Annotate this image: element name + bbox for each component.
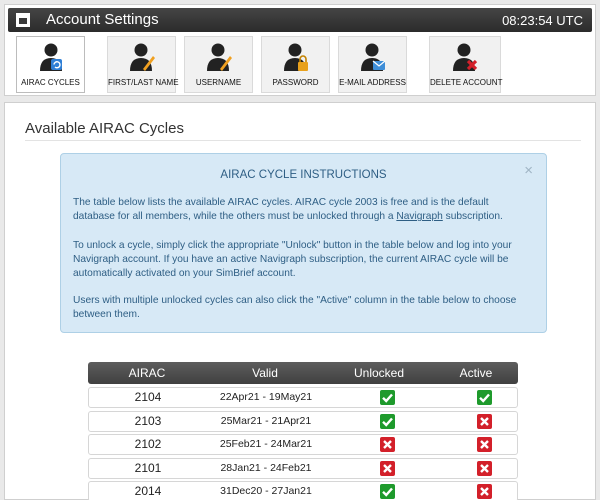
tab-label: FIRST/LAST NAME [108, 78, 179, 87]
instructions-alert: AIRAC CYCLE INSTRUCTIONS × The table bel… [60, 153, 547, 333]
section-title: Available AIRAC Cycles [25, 120, 184, 137]
tab-username[interactable]: USERNAME [184, 36, 253, 93]
title-bar: Account Settings 08:23:54 UTC [8, 8, 592, 32]
column-header-airac: AIRAC [128, 366, 166, 380]
user-edit-icon [129, 43, 155, 71]
instructions-text: subscription. [442, 211, 503, 223]
user-mail-icon [360, 43, 385, 71]
user-lock-icon [283, 43, 308, 71]
cross-icon[interactable] [477, 437, 492, 452]
valid-cell: 28Jan21 - 24Feb21 [220, 461, 312, 474]
table-row: 2103 25Mar21 - 21Apr21 [88, 410, 518, 432]
column-header-active[interactable]: Active [434, 362, 518, 384]
check-icon[interactable] [380, 413, 395, 429]
account-settings-panel: Account Settings 08:23:54 UTC AIRAC CYCL… [4, 4, 596, 96]
airac-cell: 2101 [134, 460, 162, 475]
check-icon[interactable] [380, 484, 395, 499]
utc-clock: 08:23:54 UTC [502, 13, 583, 28]
page-title: Account Settings [46, 11, 159, 28]
navigraph-link[interactable]: Navigraph [396, 211, 442, 222]
airac-cell: 2103 [134, 413, 162, 428]
table-row: 2102 25Feb21 - 24Mar21 [88, 434, 518, 455]
airac-cycles-panel: Available AIRAC Cycles AIRAC CYCLE INSTR… [4, 102, 596, 500]
tab-label: AIRAC CYCLES [21, 78, 80, 87]
divider [25, 140, 581, 141]
cross-icon[interactable] [477, 413, 492, 429]
tab-first-last-name[interactable]: FIRST/LAST NAME [107, 36, 179, 93]
tab-email-address[interactable]: E-MAIL ADDRESS [338, 36, 407, 93]
valid-cell: 22Apr21 - 19May21 [219, 391, 313, 403]
user-edit-icon [206, 43, 232, 71]
tab-label: USERNAME [195, 78, 242, 87]
cross-icon[interactable] [380, 437, 395, 452]
cross-icon[interactable] [380, 460, 395, 476]
table-row: 2014 31Dec20 - 27Jan21 [88, 481, 518, 500]
table-row: 2101 28Jan21 - 24Feb21 [88, 457, 518, 479]
tab-label: PASSWORD [272, 78, 319, 87]
valid-cell: 31Dec20 - 27Jan21 [220, 485, 312, 497]
instructions-paragraph-2: To unlock a cycle, simply click the appr… [73, 240, 512, 280]
tab-password[interactable]: PASSWORD [261, 36, 330, 93]
cross-icon[interactable] [477, 484, 492, 499]
check-icon[interactable] [477, 390, 492, 405]
check-icon[interactable] [380, 390, 395, 405]
valid-cell: 25Mar21 - 21Apr21 [220, 414, 312, 427]
cross-icon[interactable] [477, 460, 492, 476]
user-refresh-icon [39, 43, 62, 71]
tab-airac-cycles[interactable]: AIRAC CYCLES [16, 36, 85, 93]
column-header-unlocked: Unlocked [353, 366, 405, 380]
tab-label: DELETE ACCOUNT [430, 78, 503, 87]
instructions-paragraph-3: Users with multiple unlocked cycles can … [73, 295, 517, 321]
table-row: 2104 22Apr21 - 19May21 [88, 387, 518, 408]
valid-cell: 25Feb21 - 24Mar21 [219, 438, 313, 450]
tab-label: E-MAIL ADDRESS [339, 78, 406, 87]
settings-icon [16, 13, 30, 27]
close-icon[interactable]: × [524, 163, 533, 178]
instructions-title: AIRAC CYCLE INSTRUCTIONS [220, 169, 387, 181]
user-delete-icon [453, 43, 478, 71]
instructions-paragraph-1: The table below lists the available AIRA… [73, 196, 533, 224]
airac-cell: 2102 [134, 437, 162, 451]
column-header-valid: Valid [252, 366, 278, 380]
airac-cell: 2014 [134, 484, 162, 498]
airac-cell: 2104 [134, 390, 162, 404]
table-header: AIRAC Valid Unlocked Active [88, 362, 518, 384]
tab-delete-account[interactable]: DELETE ACCOUNT [429, 36, 503, 93]
